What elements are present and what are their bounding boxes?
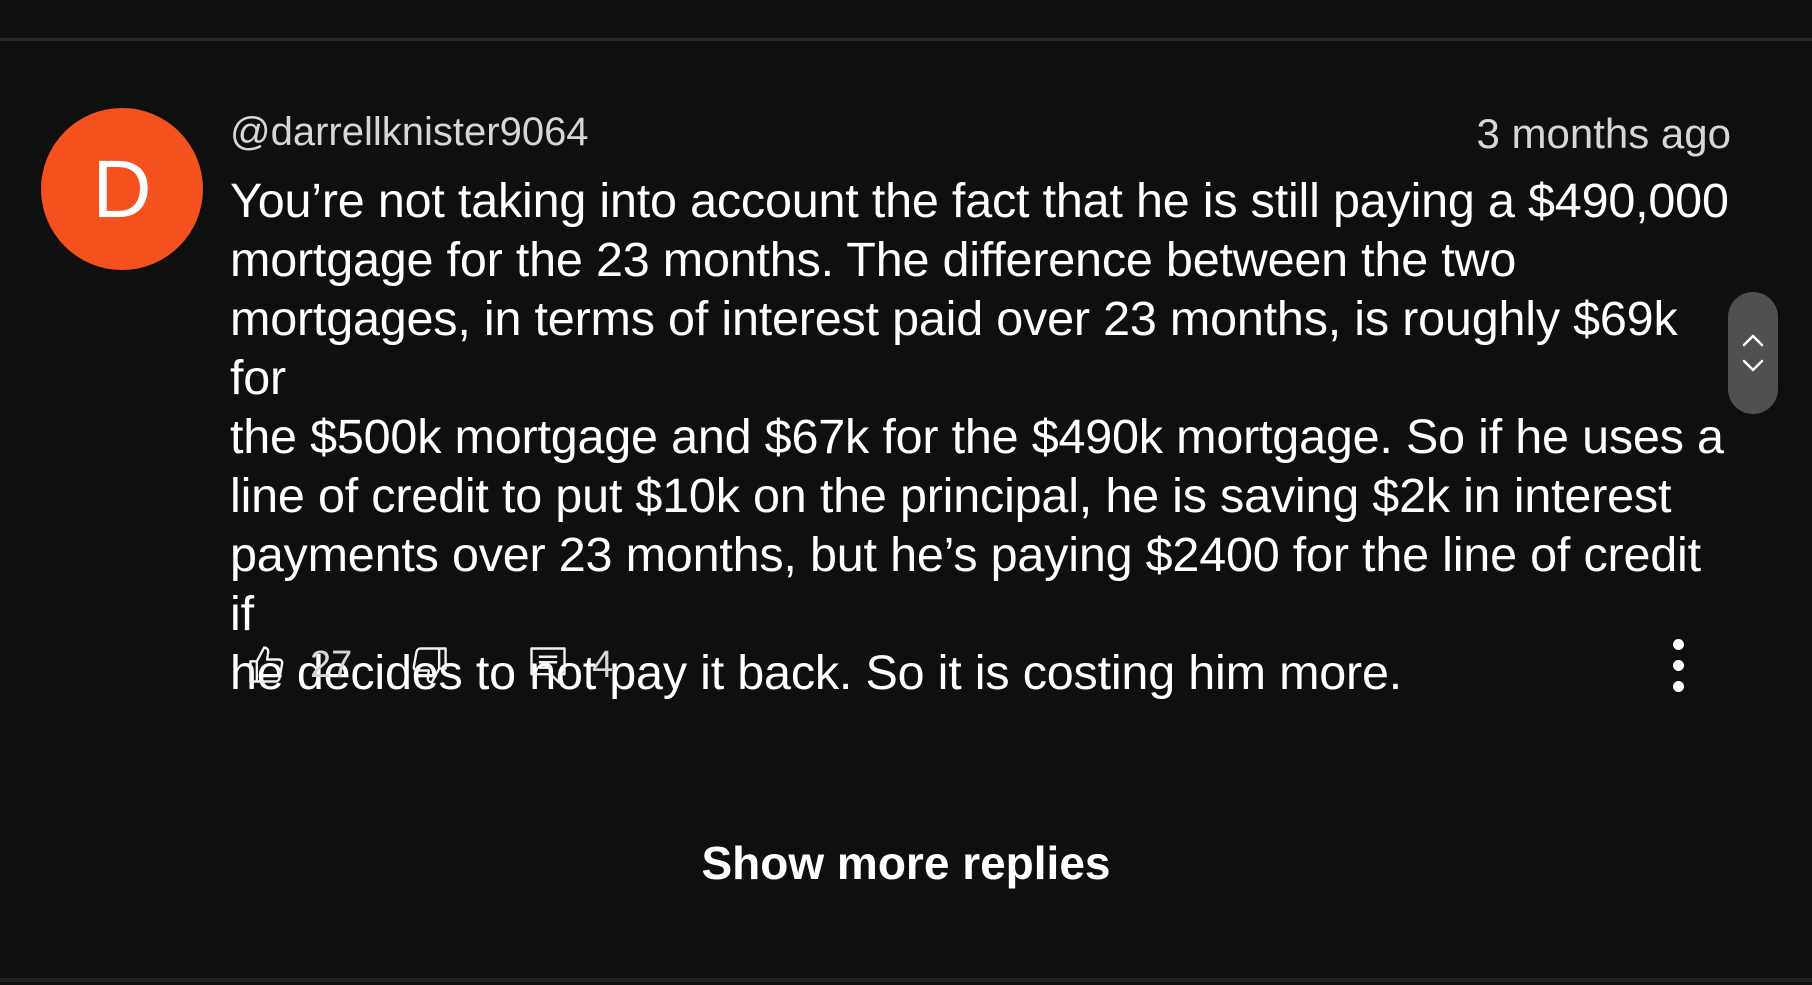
like-button[interactable]: 27 bbox=[244, 630, 352, 700]
dislike-button[interactable] bbox=[408, 630, 452, 700]
avatar-letter: D bbox=[92, 144, 152, 235]
scroll-handle[interactable] bbox=[1728, 292, 1778, 414]
comment-line: line of credit to put $10k on the princi… bbox=[230, 469, 1672, 523]
comment-icon bbox=[530, 647, 566, 684]
like-count: 27 bbox=[310, 643, 353, 686]
comment-author[interactable]: @darrellknister9064 bbox=[230, 108, 589, 156]
reply-count: 4 bbox=[592, 643, 614, 686]
avatar[interactable]: D bbox=[41, 108, 203, 270]
thumbs-down-icon bbox=[412, 647, 447, 684]
chevron-down-icon[interactable] bbox=[1741, 359, 1765, 373]
comment-line: the $500k mortgage and $67k for the $490… bbox=[230, 410, 1724, 464]
reply-button[interactable]: 4 bbox=[526, 630, 613, 700]
thumbs-up-icon bbox=[249, 646, 284, 683]
chevron-up-icon[interactable] bbox=[1741, 333, 1765, 347]
comment-line: mortgages, in terms of interest paid ove… bbox=[230, 292, 1678, 405]
more-vertical-icon bbox=[1672, 638, 1684, 692]
comment-timestamp[interactable]: 3 months ago bbox=[1476, 110, 1731, 158]
comment-line: payments over 23 months, but he’s paying… bbox=[230, 528, 1701, 641]
comment-actions: 27 4 bbox=[0, 630, 1812, 700]
show-more-replies-button[interactable]: Show more replies bbox=[0, 835, 1812, 891]
comment-text: You’re not taking into account the fact … bbox=[230, 172, 1730, 703]
bottom-divider bbox=[0, 978, 1812, 982]
comment-line: You’re not taking into account the fact … bbox=[230, 174, 1729, 228]
comment-line: mortgage for the 23 months. The differen… bbox=[230, 233, 1517, 287]
more-options-button[interactable] bbox=[1660, 630, 1696, 700]
comment-thread: D @darrellknister9064 3 months ago You’r… bbox=[0, 0, 1812, 985]
